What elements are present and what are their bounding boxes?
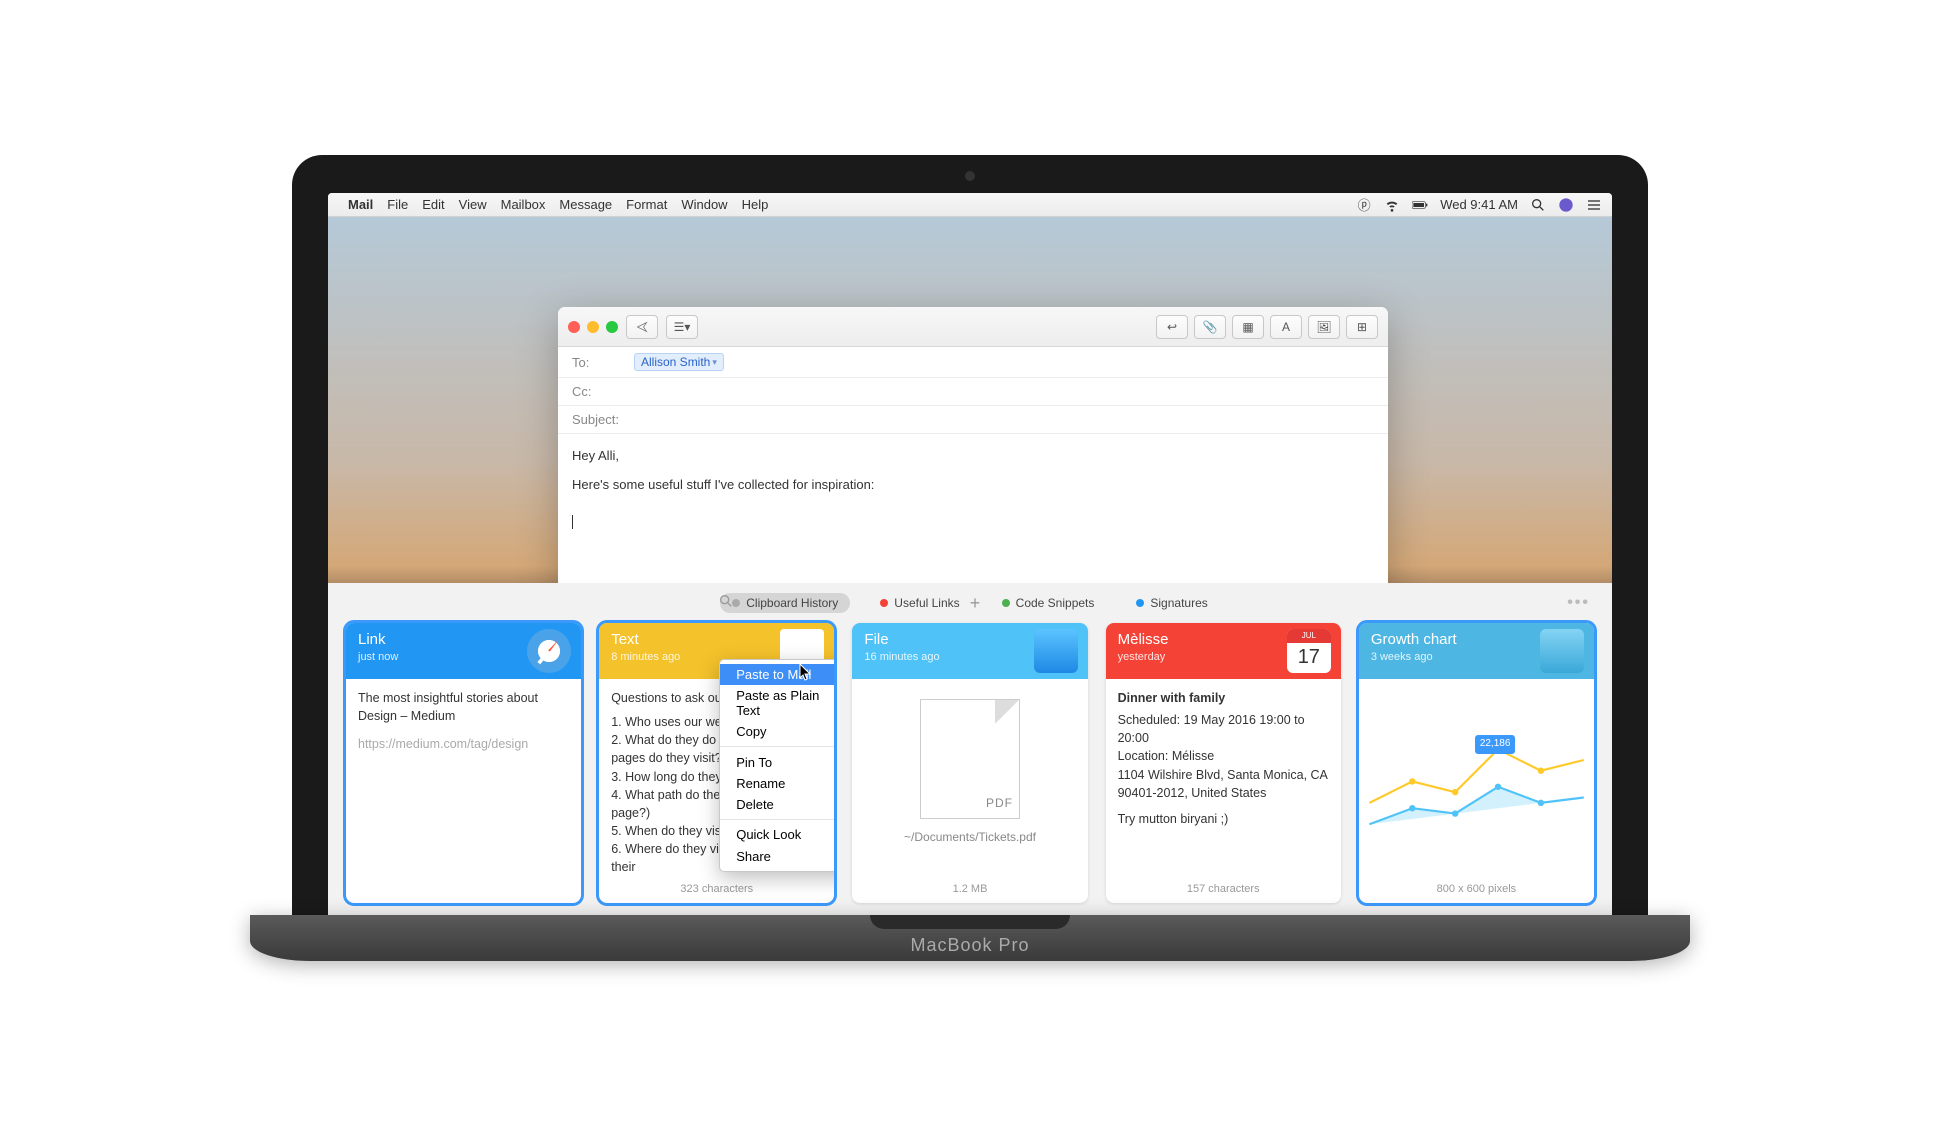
- card-body: Dinner with family Scheduled: 19 May 201…: [1106, 679, 1341, 877]
- text-cursor: [572, 515, 573, 529]
- attach-button[interactable]: 📎: [1194, 315, 1226, 339]
- window-traffic-lights: [568, 321, 618, 333]
- clip-card-calendar[interactable]: Mèlisse yesterday JUL 17 Dinner with fam…: [1106, 623, 1341, 903]
- send-button[interactable]: [626, 315, 658, 339]
- wifi-icon[interactable]: [1384, 197, 1400, 213]
- dot-icon: [880, 599, 888, 607]
- mail-body-line: Hey Alli,: [572, 446, 1374, 467]
- panel-more-button[interactable]: •••: [1567, 594, 1590, 612]
- screen-bezel: Mail File Edit View Mailbox Message Form…: [292, 155, 1648, 915]
- ctx-quick-look[interactable]: Quick Look: [720, 824, 834, 845]
- tab-useful-links[interactable]: Useful Links: [868, 593, 971, 613]
- card-footer: 157 characters: [1106, 877, 1341, 903]
- paste-clipboard-panel: Clipboard History Useful Links Code Snip…: [328, 583, 1612, 915]
- pdf-document-icon: [920, 699, 1020, 819]
- spotlight-icon[interactable]: [1530, 197, 1546, 213]
- card-header: Mèlisse yesterday JUL 17: [1106, 623, 1341, 679]
- cc-label: Cc:: [572, 384, 626, 399]
- card-body: The most insightful stories about Design…: [346, 679, 581, 903]
- chart-thumbnail: 22,186: [1365, 685, 1588, 835]
- clip-card-file[interactable]: File 16 minutes ago ~/Documents/Tickets.…: [852, 623, 1087, 903]
- ctx-share[interactable]: Share▸: [720, 845, 834, 867]
- to-label: To:: [572, 355, 626, 370]
- menubar-message[interactable]: Message: [559, 197, 612, 212]
- clip-card-link[interactable]: Link just now The most insightful storie…: [346, 623, 581, 903]
- ctx-pin-to[interactable]: Pin To▸: [720, 751, 834, 773]
- calendar-icon: JUL 17: [1287, 629, 1331, 673]
- ctx-rename[interactable]: Rename: [720, 773, 834, 794]
- tab-code-snippets[interactable]: Code Snippets: [990, 593, 1107, 613]
- laptop-label: MacBook Pro: [910, 935, 1029, 956]
- ctx-separator: [720, 746, 834, 747]
- ctx-delete[interactable]: Delete: [720, 794, 834, 815]
- menubar-edit[interactable]: Edit: [422, 197, 444, 212]
- tab-clipboard-history[interactable]: Clipboard History: [720, 593, 850, 613]
- menubar: Mail File Edit View Mailbox Message Form…: [328, 193, 1612, 217]
- subject-label: Subject:: [572, 412, 619, 427]
- add-pinboard-button[interactable]: +: [970, 593, 981, 614]
- desktop-wallpaper: ☰▾ ↩ 📎 ▦ A 🖼 ⊞ To: Allison Smith: [328, 217, 1612, 915]
- menubar-help[interactable]: Help: [742, 197, 769, 212]
- card-footer: 323 characters: [599, 877, 834, 903]
- screen: Mail File Edit View Mailbox Message Form…: [328, 193, 1612, 915]
- clip-card-image[interactable]: Growth chart 3 weeks ago: [1359, 623, 1594, 903]
- reply-button[interactable]: ↩: [1156, 315, 1188, 339]
- mail-titlebar[interactable]: ☰▾ ↩ 📎 ▦ A 🖼 ⊞: [558, 307, 1388, 347]
- recipient-chip[interactable]: Allison Smith: [634, 353, 724, 371]
- dot-icon: [1136, 599, 1144, 607]
- laptop-frame: Mail File Edit View Mailbox Message Form…: [250, 155, 1690, 975]
- chart-tooltip-badge: 22,186: [1475, 735, 1516, 754]
- window-minimize-button[interactable]: [587, 321, 599, 333]
- cards-row: Link just now The most insightful storie…: [328, 623, 1612, 903]
- menubar-format[interactable]: Format: [626, 197, 667, 212]
- ctx-copy[interactable]: Copy: [720, 721, 834, 742]
- card-footer: 800 x 600 pixels: [1359, 877, 1594, 903]
- ctx-paste-plain-text[interactable]: Paste as Plain Text: [720, 685, 834, 721]
- dot-icon: [1002, 599, 1010, 607]
- insert-photo-button[interactable]: ▦: [1232, 315, 1264, 339]
- header-fields-button[interactable]: ☰▾: [666, 315, 698, 339]
- menubar-view[interactable]: View: [459, 197, 487, 212]
- preview-icon: [1540, 629, 1584, 673]
- siri-icon[interactable]: [1558, 197, 1574, 213]
- subject-field-row[interactable]: Subject:: [558, 406, 1388, 434]
- card-footer: 1.2 MB: [852, 877, 1087, 903]
- card-body: 22,186: [1359, 679, 1594, 877]
- media-browser-button[interactable]: 🖼: [1308, 315, 1340, 339]
- menubar-file[interactable]: File: [387, 197, 408, 212]
- paste-status-icon[interactable]: ⓟ: [1356, 197, 1372, 213]
- format-button[interactable]: A: [1270, 315, 1302, 339]
- ctx-paste-to-mail[interactable]: Paste to Mail: [720, 664, 834, 685]
- ctx-separator: [720, 819, 834, 820]
- battery-icon[interactable]: [1412, 197, 1428, 213]
- menubar-mailbox[interactable]: Mailbox: [501, 197, 546, 212]
- card-header: Growth chart 3 weeks ago: [1359, 623, 1594, 679]
- laptop-notch: [870, 915, 1070, 929]
- laptop-base: MacBook Pro: [250, 915, 1690, 961]
- card-body: ~/Documents/Tickets.pdf: [852, 679, 1087, 877]
- notification-center-icon[interactable]: [1586, 197, 1602, 213]
- menubar-app-name[interactable]: Mail: [348, 197, 373, 212]
- mail-body-line: Here's some useful stuff I've collected …: [572, 475, 1374, 496]
- finder-icon: [1034, 629, 1078, 673]
- menubar-window[interactable]: Window: [681, 197, 727, 212]
- clip-card-text[interactable]: Text 8 minutes ago Questions to ask ours…: [599, 623, 834, 903]
- cc-field-row[interactable]: Cc:: [558, 378, 1388, 406]
- safari-icon: [527, 629, 571, 673]
- window-zoom-button[interactable]: [606, 321, 618, 333]
- context-menu: Paste to Mail Paste as Plain Text Copy P…: [719, 659, 834, 872]
- panel-header: Clipboard History Useful Links Code Snip…: [328, 583, 1612, 623]
- panel-search-icon[interactable]: [718, 593, 734, 614]
- emoji-button[interactable]: ⊞: [1346, 315, 1378, 339]
- tab-signatures[interactable]: Signatures: [1124, 593, 1219, 613]
- mail-body[interactable]: Hey Alli, Here's some useful stuff I've …: [558, 434, 1388, 544]
- card-header: File 16 minutes ago: [852, 623, 1087, 679]
- card-header: Link just now: [346, 623, 581, 679]
- to-field-row[interactable]: To: Allison Smith: [558, 347, 1388, 378]
- mouse-cursor-icon: [799, 663, 813, 686]
- menubar-clock[interactable]: Wed 9:41 AM: [1440, 197, 1518, 212]
- window-close-button[interactable]: [568, 321, 580, 333]
